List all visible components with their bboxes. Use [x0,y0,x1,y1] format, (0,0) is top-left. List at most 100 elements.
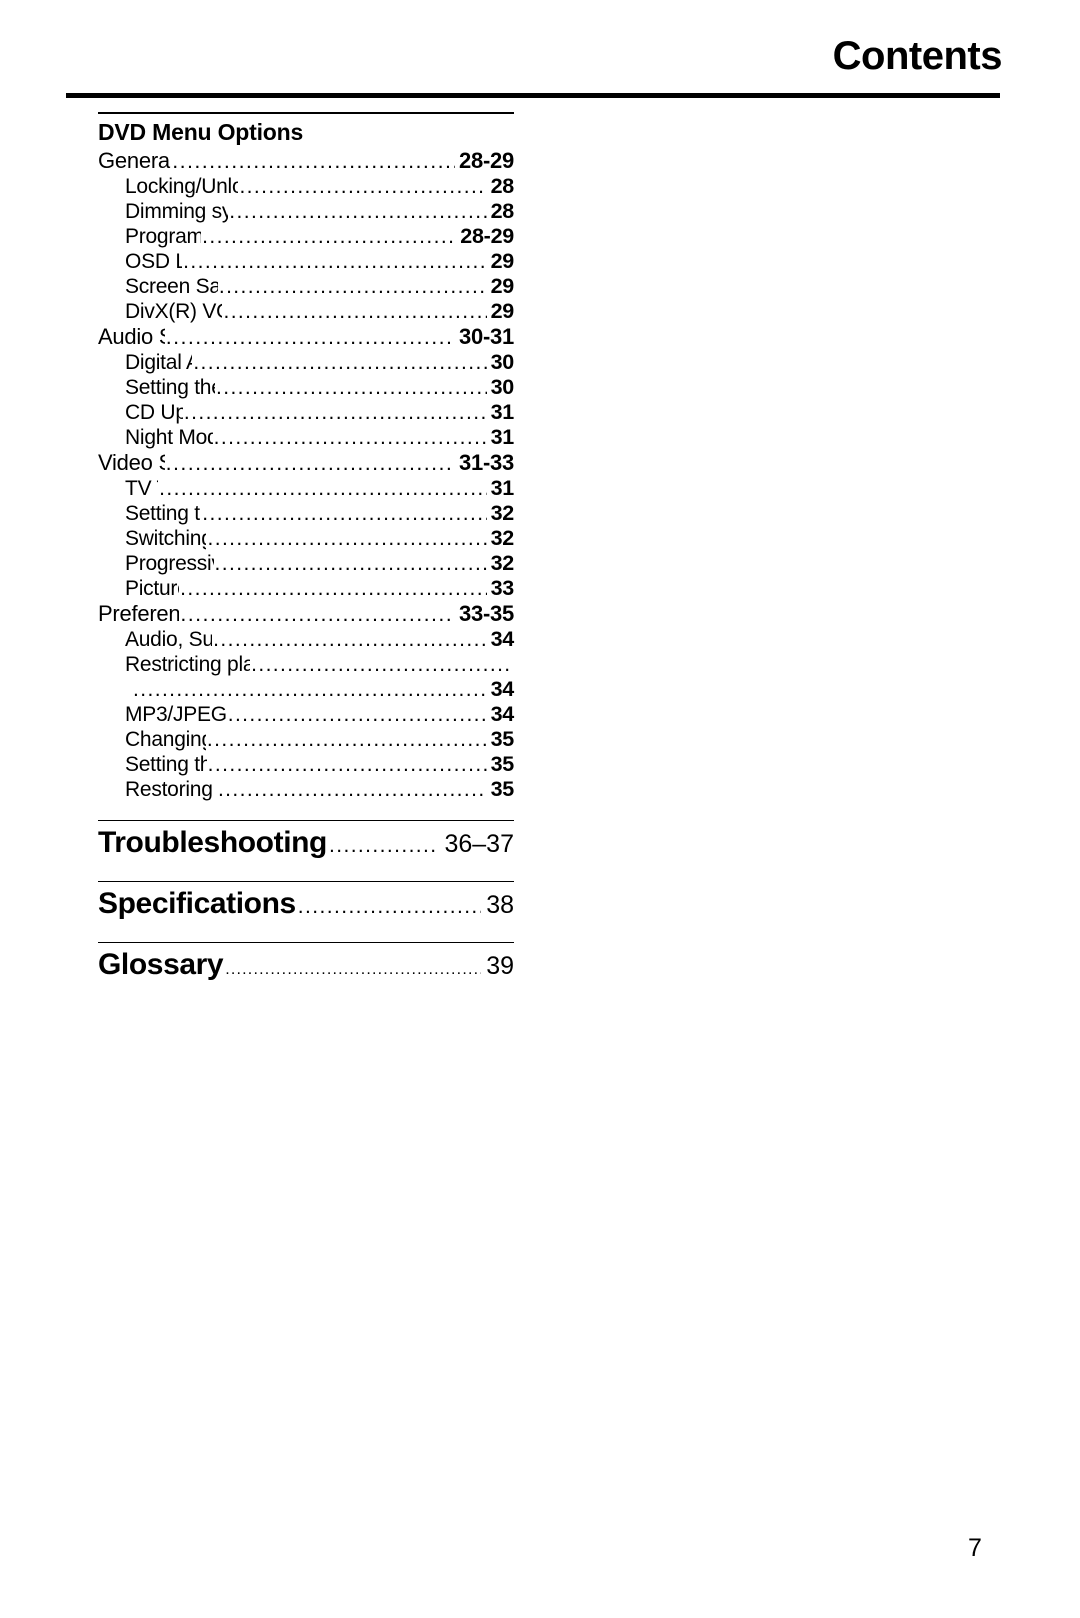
section-glossary: Glossary 39 [98,942,514,987]
toc-entry-page: 31-33 [458,450,514,475]
toc-entry-title: MP3/JPEG Menu - turning on/off [125,703,227,726]
toc-entry-page: 35 [490,777,515,801]
dot-leader [298,890,481,924]
dot-leader [216,375,487,400]
toc-entry[interactable]: Programming disc tracks 28-29 [98,224,514,249]
dot-leader [166,325,455,350]
toc-entry[interactable]: MP3/JPEG Menu - turning on/off 34 [98,702,514,727]
dot-leader [133,677,487,702]
toc-entry-title: Setting the analogue output [125,376,215,399]
toc-entry-title: Preference Setup Menu [98,601,180,626]
toc-section-entry[interactable]: Glossary 39 [98,943,514,987]
dot-leader [202,224,456,249]
toc-section-page: 39 [486,952,514,980]
toc-entry-page: 31 [490,476,515,500]
toc-entry-title: Audio Setup Menu [98,324,165,349]
toc-entry-page: 34 [490,627,515,651]
toc-entry-page: 33-35 [458,601,514,626]
dot-leader [213,627,486,652]
toc-entry-page: 32 [490,551,515,575]
toc-entry[interactable]: Changing the Password 35 [98,727,514,752]
toc-section-entry[interactable]: Specifications 38 [98,882,514,924]
dot-leader [219,274,487,299]
toc-entry-page: 29 [490,274,515,298]
toc-entry-title: TV Type [125,477,158,500]
toc-entry[interactable]: Setting the analogue output 30 [98,375,514,400]
toc-entry[interactable]: TV Type 31 [98,476,514,501]
dot-leader [251,652,510,677]
dot-leader [229,199,486,224]
footer-page-number: 7 [968,1534,982,1562]
toc-entry-page: 30 [490,375,515,399]
toc-entry[interactable]: Audio, Subtitle, Disc Menu 34 [98,627,514,652]
toc-entry[interactable]: Restricting playback by Parental Control [98,652,514,677]
toc-entry[interactable]: Setting the DivX Subtitle 35 [98,752,514,777]
toc-entry[interactable]: Preference Setup Menu 33-35 [98,601,514,627]
toc-entry-page: 35 [490,727,515,751]
toc-entry-page: 32 [490,501,515,525]
section-troubleshooting: Troubleshooting 36–37 [98,820,514,863]
toc-entry[interactable]: Dimming system's display screen 28 [98,199,514,224]
toc-entry[interactable]: General Setup menu 28-29 [98,148,514,174]
toc-entry[interactable]: Video Setup Menu 31-33 [98,450,514,476]
dot-leader [239,174,486,199]
toc-entry-title: Screen Saver - turning on/off [125,275,218,298]
dot-leader [183,249,486,274]
toc-entry-title: Picture Setting [125,577,179,600]
toc-entry-title: Programming disc tracks [125,225,202,248]
toc-entry[interactable]: DivX(R) VOD registration code 29 [98,299,514,324]
toc-entry-title: Audio, Subtitle, Disc Menu [125,628,213,651]
toc-entry[interactable]: Progressive - turning on/off 32 [98,551,514,576]
toc-entry-title: Video Setup Menu [98,450,165,475]
dot-leader [207,526,486,551]
dot-leader [329,829,439,863]
dot-leader [184,400,487,425]
toc-entry-title: Night Mode - turning on/off [125,426,213,449]
toc-entry-continuation[interactable]: 34 [98,677,515,702]
toc-entry-title: General Setup menu [98,148,172,173]
toc-entry[interactable]: Audio Setup Menu 30-31 [98,324,514,350]
toc-entry-page: 31 [490,425,515,449]
toc-entry[interactable]: OSD Language 29 [98,249,514,274]
toc-section-page: 38 [486,891,514,919]
toc-entry[interactable]: Restoring to original settings 35 [98,777,514,802]
dot-leader [159,476,486,501]
toc-entry-title: Setting the TV Display [125,502,201,525]
toc-entry-page: 34 [490,702,515,726]
header-divider [66,93,1000,98]
toc-entry[interactable]: Picture Setting 33 [98,576,514,601]
toc-entry[interactable]: Switching the YUV/RGB 32 [98,526,514,551]
toc-section-title: Specifications [98,887,296,920]
toc-entry-page: 28-29 [460,224,514,248]
toc-entry[interactable]: Night Mode - turning on/off 31 [98,425,514,450]
toc-entry-page: 29 [490,299,515,323]
dot-leader [223,299,486,324]
toc-entry-page: 35 [490,752,515,776]
toc-entry[interactable]: CD Upsampling 31 [98,400,514,425]
toc-entry[interactable]: Locking/Unlocking the disc for viewing 2… [98,174,514,199]
dot-leader [225,953,481,987]
toc-entry-title: Setting the DivX Subtitle [125,753,207,776]
toc-entry-title: Changing the Password [125,728,206,751]
toc-entry-title: Digital Audio Setup [125,351,192,374]
page-title: Contents [832,34,1003,78]
toc-section-title: Troubleshooting [98,826,327,859]
toc-entry[interactable]: Setting the TV Display 32 [98,501,514,526]
toc-entry-title: OSD Language [125,250,183,273]
toc-entry-page: 31 [490,400,515,424]
dot-leader [166,451,455,476]
toc-entry[interactable]: Screen Saver - turning on/off 29 [98,274,514,299]
toc-entry[interactable]: Digital Audio Setup 30 [98,350,514,375]
toc-entry-page: 30 [490,350,515,374]
dot-leader [208,752,487,777]
dot-leader [193,350,486,375]
toc-entry-title: Progressive - turning on/off [125,552,214,575]
toc-section-title: Glossary [98,948,224,981]
toc-entry-page: 28 [490,174,515,198]
toc-section-entry[interactable]: Troubleshooting 36–37 [98,821,514,863]
toc-entry-title: Dimming system's display screen [125,200,229,223]
toc-entry-title: Restoring to original settings [125,778,217,801]
dot-leader [172,149,455,174]
toc-entry-page: 32 [490,526,515,550]
table-of-contents: DVD Menu Options General Setup menu 28-2… [98,112,514,987]
